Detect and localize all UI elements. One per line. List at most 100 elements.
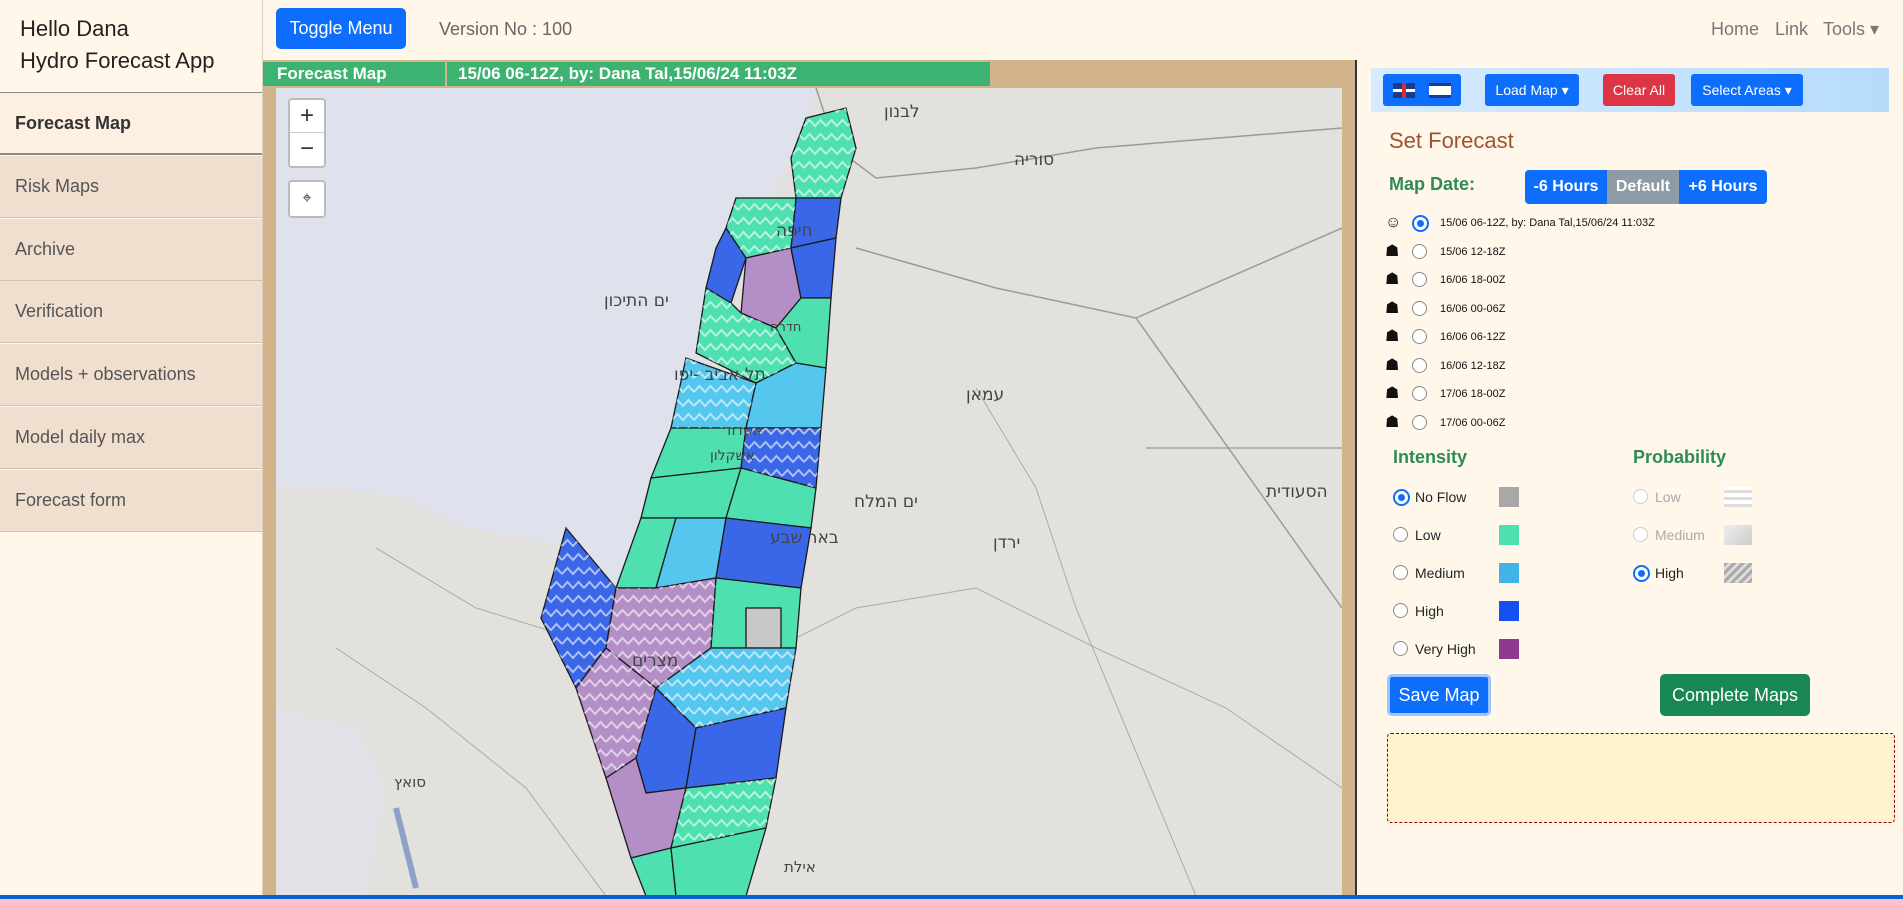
probability-label: Low [1655, 489, 1681, 505]
toggle-menu-button[interactable]: Toggle Menu [276, 8, 406, 49]
zoom-out-button[interactable]: − [290, 132, 324, 165]
sidebar: Hello Dana Hydro Forecast App Forecast M… [0, 0, 263, 899]
date-label: 16/06 06-12Z [1440, 331, 1506, 343]
plus-6-hours-button[interactable]: +6 Hours [1679, 170, 1767, 204]
zoom-control: + − [288, 98, 326, 168]
map-label-eilat: אילת [784, 858, 816, 876]
select-areas-dropdown[interactable]: Select Areas ▾ [1691, 74, 1803, 106]
probability-radio[interactable] [1633, 489, 1648, 504]
israel-flag-icon[interactable] [1429, 83, 1451, 98]
ghost-icon: ☗ [1385, 271, 1400, 288]
date-radio[interactable] [1412, 243, 1427, 259]
date-radio[interactable] [1412, 215, 1429, 232]
ghost-icon: ☗ [1385, 356, 1400, 374]
sidebar-item-forecast-map[interactable]: Forecast Map [0, 93, 262, 155]
date-radio[interactable] [1412, 300, 1427, 316]
map-label-syria: סוריה [1014, 150, 1055, 170]
probability-option[interactable]: High [1633, 563, 1733, 585]
complete-maps-button[interactable]: Complete Maps [1660, 674, 1810, 716]
map-label-jordan: ירדן [993, 533, 1021, 553]
intensity-swatch [1499, 601, 1519, 621]
intensity-radio[interactable] [1393, 641, 1408, 656]
header-divider [445, 62, 447, 86]
sidebar-item-archive[interactable]: Archive [0, 219, 262, 281]
map-label-dead-sea: ים המלח [854, 492, 918, 512]
forecast-map[interactable]: + − ⌖ לבנון סוריה חיפה ים התיכון חדרה תל… [276, 88, 1342, 896]
date-radio[interactable] [1412, 414, 1427, 430]
sidebar-item-forecast-form[interactable]: Forecast form [0, 470, 262, 532]
sidebar-item-label: Archive [15, 239, 76, 259]
road-line [975, 387, 1197, 896]
intensity-swatch [1499, 525, 1519, 545]
map-label-saudi: הסעודית [1266, 482, 1328, 502]
version-label: Version No : 100 [439, 19, 573, 39]
sidebar-item-label: Models + observations [15, 364, 196, 384]
nav-home-link[interactable]: Home [1711, 19, 1759, 40]
intensity-heading: Intensity [1393, 447, 1468, 467]
date-radio[interactable] [1412, 272, 1427, 287]
language-toggle[interactable] [1383, 74, 1461, 106]
clear-all-button[interactable]: Clear All [1603, 74, 1675, 106]
probability-label: High [1655, 565, 1684, 581]
sidebar-item-model-daily-max[interactable]: Model daily max [0, 407, 262, 469]
ghost-icon: ☗ [1385, 242, 1400, 260]
date-radio[interactable] [1412, 386, 1427, 401]
map-label-ashkelon: אשקלון [710, 448, 755, 464]
date-label: 16/06 00-06Z [1440, 302, 1506, 315]
map-label-tel-aviv: תל אביב -יפו [674, 365, 766, 385]
date-radio[interactable] [1412, 329, 1427, 344]
panel-toolbar: Load Map ▾ Clear All Select Areas ▾ [1371, 68, 1889, 112]
sidebar-item-label: Forecast form [15, 490, 127, 510]
nav-link-link[interactable]: Link [1775, 19, 1808, 40]
sidebar-item-risk-maps[interactable]: Risk Maps [0, 156, 262, 218]
probability-radio[interactable] [1633, 527, 1648, 542]
zoom-in-button[interactable]: + [290, 100, 324, 132]
ghost-icon: ☗ [1385, 299, 1400, 317]
date-radio[interactable] [1412, 357, 1427, 373]
map-canvas [276, 88, 1342, 896]
app-name: Hydro Forecast App [20, 48, 215, 73]
uk-flag-icon[interactable] [1393, 83, 1415, 98]
probability-option[interactable]: Low [1633, 487, 1733, 509]
ghost-icon: ☗ [1385, 413, 1400, 431]
date-label: 15/06 12-18Z [1440, 245, 1506, 258]
intensity-label: No Flow [1415, 489, 1467, 505]
intensity-radio[interactable] [1393, 603, 1408, 618]
smiley-icon: ☺ [1385, 214, 1402, 231]
gulf-area [276, 708, 386, 896]
intensity-swatch [1499, 639, 1519, 659]
date-label: 16/06 12-18Z [1440, 359, 1506, 372]
probability-swatch [1724, 563, 1752, 583]
forecast-panel: Load Map ▾ Clear All Select Areas ▾ Set … [1355, 60, 1903, 899]
canal [393, 807, 419, 889]
default-button[interactable]: Default [1607, 170, 1679, 204]
load-map-dropdown[interactable]: Load Map ▾ [1485, 74, 1579, 106]
intensity-radio[interactable] [1393, 527, 1408, 542]
map-date-label: Map Date: [1389, 174, 1476, 194]
minus-6-hours-button[interactable]: -6 Hours [1525, 170, 1607, 204]
map-label-egypt: מצרים [632, 651, 679, 671]
save-map-button[interactable]: Save Map [1387, 674, 1491, 716]
probability-option[interactable]: Medium [1633, 525, 1733, 547]
map-label-ashdod: אשדוד [724, 423, 763, 439]
sidebar-item-verification[interactable]: Verification [0, 281, 262, 343]
map-label-hadera: חדרה [770, 320, 802, 335]
sidebar-item-label: Model daily max [15, 427, 146, 447]
message-box [1387, 733, 1895, 823]
sidebar-item-label: Forecast Map [15, 113, 132, 133]
sidebar-item-label: Verification [15, 301, 104, 321]
ghost-icon: ☗ [1385, 385, 1400, 402]
top-navbar: Toggle Menu Version No : 100 Home Link T… [263, 0, 1903, 60]
sidebar-item-models-observations[interactable]: Models + observations [0, 344, 262, 406]
map-header: Forecast Map 15/06 06-12Z, by: Dana Tal,… [263, 62, 990, 86]
ghost-icon: ☗ [1385, 328, 1400, 345]
intensity-radio[interactable] [1393, 565, 1408, 580]
locate-icon[interactable]: ⌖ [288, 180, 326, 218]
map-label-med-sea: ים התיכון [604, 291, 669, 311]
border-line [855, 227, 1342, 319]
nav-tools-dropdown[interactable]: Tools ▾ [1823, 19, 1879, 40]
map-label-haifa: חיפה [776, 221, 813, 241]
greeting: Hello Dana [20, 16, 129, 41]
probability-radio[interactable] [1633, 565, 1650, 582]
intensity-radio[interactable] [1393, 489, 1410, 506]
